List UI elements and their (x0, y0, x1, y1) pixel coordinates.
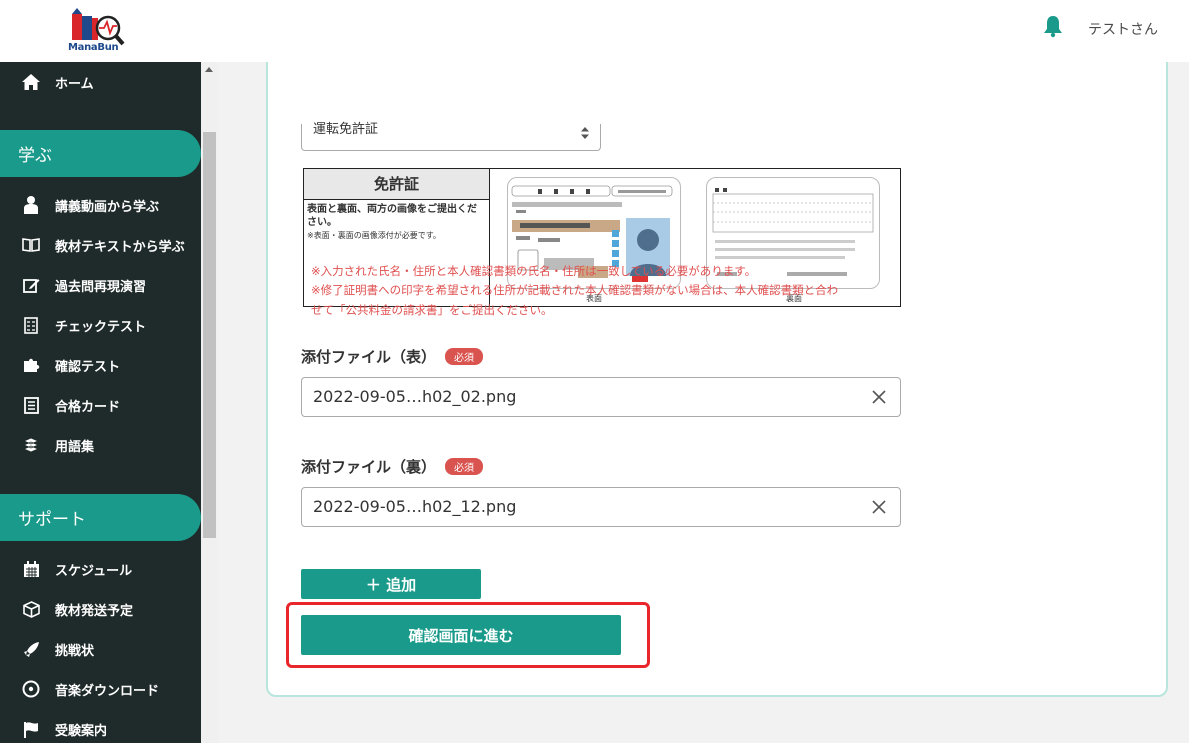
sidebar-scrollbar[interactable] (201, 62, 218, 743)
sidebar-item-label: 確認テスト (55, 359, 121, 375)
sidebar-item-label: チェックテスト (55, 319, 147, 335)
sidebar-item-glossary[interactable]: 用語集 (0, 429, 201, 461)
sidebar-item-past-exams[interactable]: 過去問再現演習 (0, 269, 201, 301)
checklist-icon (22, 316, 40, 334)
section-learn: 学ぶ (0, 130, 201, 177)
sidebar-item-challenge[interactable]: 挑戦状 (0, 633, 201, 665)
warning-line-3: せて「公共料金の請求書」をご提出ください。 (311, 303, 553, 317)
label-text: 添付ファイル（裏） (301, 458, 437, 476)
sidebar-item-label: スケジュール (55, 563, 133, 579)
sidebar-item-schedule[interactable]: スケジュール (0, 553, 201, 585)
front-file-name: 2022-09-05…h02_02.png (313, 387, 517, 406)
license-note: ※表面・裏面の画像添付が必要です。 (307, 231, 441, 240)
back-file-name: 2022-09-05…h02_12.png (313, 497, 517, 516)
front-file-label: 添付ファイル（表） 必須 (301, 346, 484, 367)
add-file-button[interactable]: ＋ 追加 (301, 569, 481, 599)
back-file-input[interactable]: 2022-09-05…h02_12.png (301, 487, 901, 527)
required-badge: 必須 (445, 458, 484, 475)
sidebar-item-shipping[interactable]: 教材発送予定 (0, 593, 201, 625)
document-type-select[interactable]: 運転免許証 (301, 122, 601, 151)
front-file-input[interactable]: 2022-09-05…h02_02.png (301, 377, 901, 417)
select-value: 運転免許証 (313, 122, 379, 137)
home-icon (22, 73, 40, 91)
sidebar: ホーム 学ぶ 講義動画から学ぶ 教材テキストから学ぶ 過去問再現演習 チェックテ… (0, 62, 201, 743)
sidebar-item-exam-guide[interactable]: 受験案内 (0, 713, 201, 743)
sidebar-item-label: 過去問再現演習 (55, 279, 147, 295)
user-name[interactable]: テストさん (1088, 19, 1158, 39)
sidebar-item-label: 合格カード (55, 399, 121, 415)
license-desc: 表面と裏面、両方の画像をご提出ください。 (307, 204, 477, 228)
close-icon[interactable] (872, 500, 886, 514)
cards-icon (22, 396, 40, 414)
books-stack-icon (22, 436, 40, 454)
logo-text: ManaBun (68, 42, 119, 53)
student-icon (22, 196, 40, 214)
proceed-to-confirm-button[interactable]: 確認画面に進む (301, 615, 621, 655)
puzzle-icon (22, 356, 40, 374)
select-arrows-icon (581, 127, 589, 139)
scroll-up-icon[interactable] (205, 67, 213, 72)
close-icon[interactable] (872, 390, 886, 404)
main-content: 運転免許証 免許証 表面と裏面、両方の画像をご提出ください。 ※表面・裏面の画像… (218, 62, 1189, 743)
sidebar-item-label: 教材テキストから学ぶ (55, 239, 185, 255)
calendar-icon (22, 560, 40, 578)
book-icon (22, 236, 40, 254)
license-title: 免許証 (304, 169, 489, 200)
warning-line-2: ※修了証明書への印字を希望される住所が記載された本人確認書類がない場合は、本人確… (311, 283, 839, 297)
sidebar-item-label: 音楽ダウンロード (55, 683, 160, 699)
section-support: サポート (0, 494, 201, 541)
section-title: 学ぶ (18, 146, 52, 166)
sidebar-item-music-download[interactable]: 音楽ダウンロード (0, 673, 201, 705)
sidebar-item-home[interactable]: ホーム (0, 66, 201, 98)
sidebar-item-check-test[interactable]: チェックテスト (0, 309, 201, 341)
box-icon (22, 600, 40, 618)
sidebar-item-label: 挑戦状 (55, 643, 95, 659)
sidebar-item-label: 用語集 (55, 439, 95, 455)
manabun-logo[interactable]: ManaBun (66, 6, 128, 56)
sidebar-item-label: 講義動画から学ぶ (55, 199, 160, 215)
disc-icon (22, 680, 40, 698)
edit-icon (22, 276, 40, 294)
warning-line-1: ※入力された氏名・住所と本人確認書類の氏名・住所は一致している必要があります。 (311, 264, 757, 278)
back-file-label: 添付ファイル（裏） 必須 (301, 456, 484, 477)
section-title: サポート (18, 510, 86, 530)
top-header: ManaBun テストさん (0, 0, 1189, 62)
rocket-icon (22, 640, 40, 658)
label-text: 添付ファイル（表） (301, 348, 437, 366)
sidebar-item-pass-card[interactable]: 合格カード (0, 389, 201, 421)
required-badge: 必須 (445, 348, 484, 365)
sidebar-item-lecture-video[interactable]: 講義動画から学ぶ (0, 189, 201, 221)
sidebar-item-label: 教材発送予定 (55, 603, 134, 619)
flag-icon (22, 720, 40, 738)
sidebar-item-textbook[interactable]: 教材テキストから学ぶ (0, 229, 201, 261)
bell-icon[interactable] (1041, 14, 1065, 38)
scroll-thumb[interactable] (203, 132, 216, 538)
sidebar-item-label: ホーム (55, 76, 94, 92)
sidebar-item-confirm-test[interactable]: 確認テスト (0, 349, 201, 381)
sidebar-item-label: 受験案内 (55, 723, 108, 739)
